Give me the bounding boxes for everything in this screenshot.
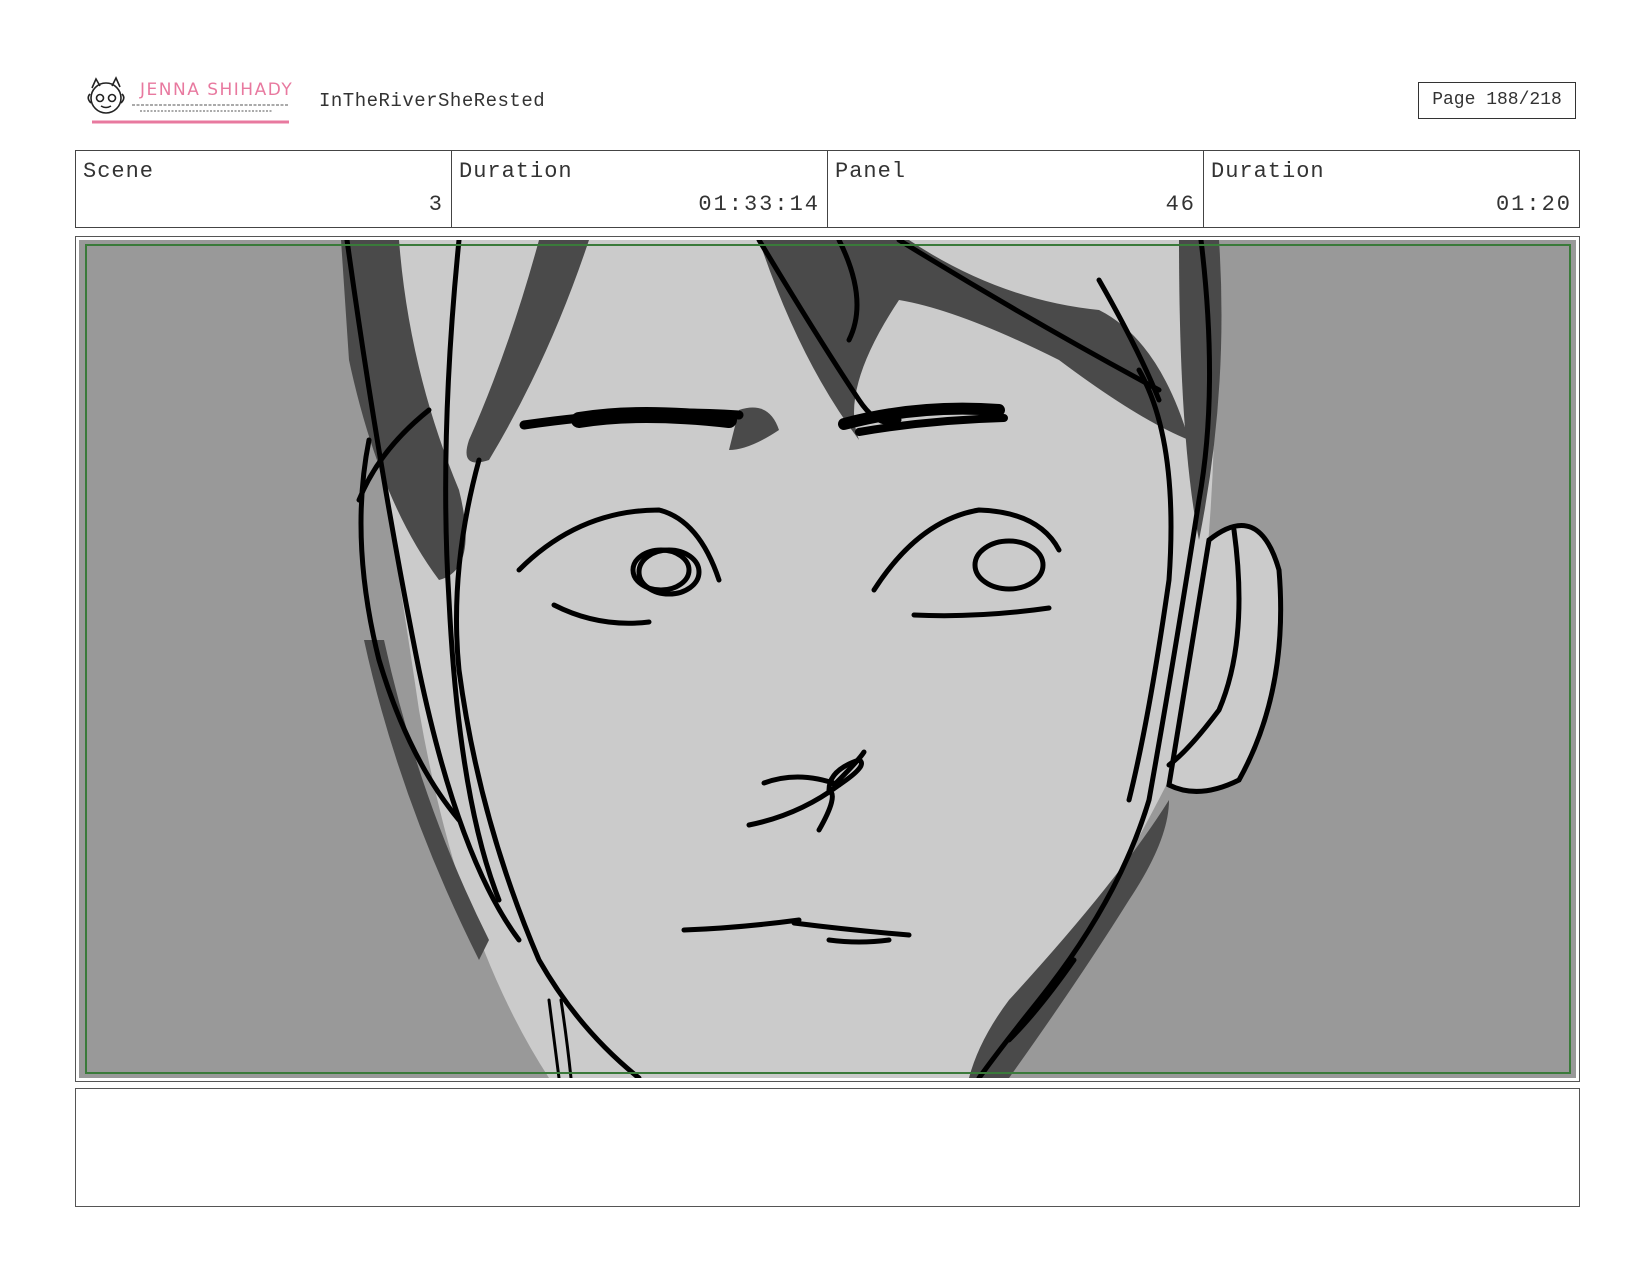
panel-info-table: Scene 3 Duration 01:33:14 Panel 46 Durat…: [75, 150, 1580, 228]
scene-duration-value: 01:33:14: [698, 192, 820, 217]
panel-cell: Panel 46: [828, 151, 1204, 227]
storyboard-sketch: [79, 240, 1576, 1078]
scene-cell: Scene 3: [76, 151, 452, 227]
scene-duration-cell: Duration 01:33:14: [452, 151, 828, 227]
brand-logo: JENNA SHIHADY: [84, 74, 292, 126]
project-title: InTheRiverSheRested: [319, 90, 546, 112]
panel-duration-cell: Duration 01:20: [1204, 151, 1579, 227]
panel-notes: [75, 1088, 1580, 1207]
panel-duration-value: 01:20: [1495, 192, 1572, 217]
brand-tagline-lines: [132, 104, 289, 112]
panel-duration-label: Duration: [1211, 159, 1325, 184]
character-face-logo-icon: [87, 76, 125, 114]
scene-label: Scene: [83, 159, 155, 184]
storyboard-panel: [75, 236, 1580, 1082]
page-indicator: Page 188/218: [1418, 82, 1576, 119]
scene-number: 3: [428, 192, 444, 217]
panel-number: 46: [1165, 192, 1196, 217]
scene-duration-label: Duration: [459, 159, 573, 184]
panel-label: Panel: [835, 159, 907, 184]
brand-name: JENNA SHIHADY: [139, 80, 292, 100]
